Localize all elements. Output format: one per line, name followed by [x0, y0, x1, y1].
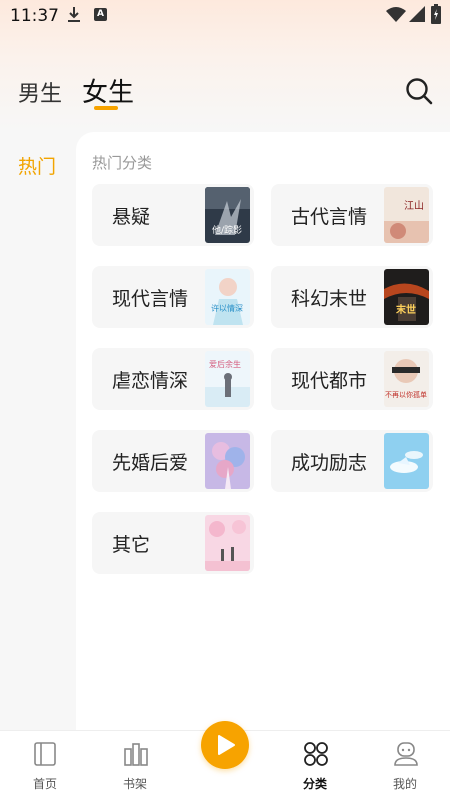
sidebar-item-hot[interactable]: 热门 — [18, 152, 56, 179]
category-card-inspirational[interactable]: 成功励志 — [271, 430, 433, 492]
svg-text:许以情深: 许以情深 — [211, 303, 243, 313]
category-label: 现代都市 — [291, 370, 368, 392]
nav-home-label: 首页 — [32, 777, 57, 791]
nav-home[interactable]: 首页 — [0, 731, 90, 801]
nav-profile-label: 我的 — [392, 777, 417, 791]
svg-text:江山: 江山 — [404, 200, 424, 212]
svg-text:末世: 末世 — [396, 303, 416, 316]
category-card-tragic-romance[interactable]: 虐恋情深 爱后余生 — [92, 348, 254, 410]
category-card-marriage-first[interactable]: 先婚后爱 — [92, 430, 254, 492]
category-label: 虐恋情深 — [112, 370, 189, 392]
play-icon — [218, 735, 235, 755]
category-label: 科幻末世 — [291, 288, 368, 310]
category-label: 其它 — [112, 534, 151, 556]
nav-category[interactable]: 分类 — [270, 731, 360, 801]
category-card-suspense[interactable]: 悬疑 他/踪影 — [92, 184, 254, 246]
category-label: 悬疑 — [112, 206, 151, 228]
wifi-icon — [386, 7, 406, 22]
battery-icon — [431, 4, 441, 24]
book-cover-image — [205, 433, 250, 489]
category-icon — [304, 742, 328, 766]
book-cover-image: 许以情深 — [205, 269, 250, 325]
play-button[interactable] — [201, 721, 249, 769]
book-cover-image — [384, 433, 429, 489]
status-bar: 11:37 A — [0, 0, 450, 30]
svg-text:爱后余生: 爱后余生 — [209, 359, 241, 369]
nav-profile[interactable]: 我的 — [360, 731, 450, 801]
category-card-other[interactable]: 其它 — [92, 512, 254, 574]
book-cover-image: 末世 — [384, 269, 429, 325]
nav-bookshelf-label: 书架 — [122, 777, 147, 791]
book-cover-image: 不再以你孤单 — [384, 351, 429, 407]
status-time: 11:37 — [10, 6, 59, 26]
book-cover-image: 江山 — [384, 187, 429, 243]
search-icon[interactable] — [404, 76, 434, 106]
svg-text:他/踪影: 他/踪影 — [212, 224, 242, 236]
tab-boys[interactable]: 男生 — [18, 76, 62, 108]
category-label: 古代言情 — [291, 206, 368, 228]
active-tab-indicator — [94, 106, 118, 110]
category-card-scifi[interactable]: 科幻末世 末世 — [271, 266, 433, 328]
bookshelf-icon — [124, 743, 148, 766]
category-card-modern-romance[interactable]: 现代言情 许以情深 — [92, 266, 254, 328]
book-icon — [34, 742, 56, 766]
book-cover-image: 他/踪影 — [205, 187, 250, 243]
book-cover-image — [205, 515, 250, 571]
tab-girls[interactable]: 女生 — [82, 72, 134, 109]
book-cover-image: 爱后余生 — [205, 351, 250, 407]
category-panel: 热门分类 悬疑 他/踪影 古代言情 江山 现代言情 许以情深 科幻末世 末世 虐… — [76, 132, 450, 730]
bottom-nav: 首页 书架 分类 我的 — [0, 721, 450, 801]
category-card-urban[interactable]: 现代都市 不再以你孤单 — [271, 348, 433, 410]
nav-bookshelf[interactable]: 书架 — [90, 731, 180, 801]
download-icon — [68, 7, 80, 22]
a-app-icon: A — [94, 8, 107, 21]
category-label: 现代言情 — [112, 288, 189, 310]
category-label: 先婚后爱 — [112, 452, 189, 474]
signal-icon — [409, 6, 425, 22]
nav-category-label: 分类 — [302, 777, 327, 791]
profile-icon — [394, 742, 418, 766]
section-title: 热门分类 — [92, 154, 153, 172]
category-label: 成功励志 — [291, 452, 368, 474]
svg-text:不再以你孤单: 不再以你孤单 — [385, 390, 427, 399]
category-card-ancient-romance[interactable]: 古代言情 江山 — [271, 184, 433, 246]
